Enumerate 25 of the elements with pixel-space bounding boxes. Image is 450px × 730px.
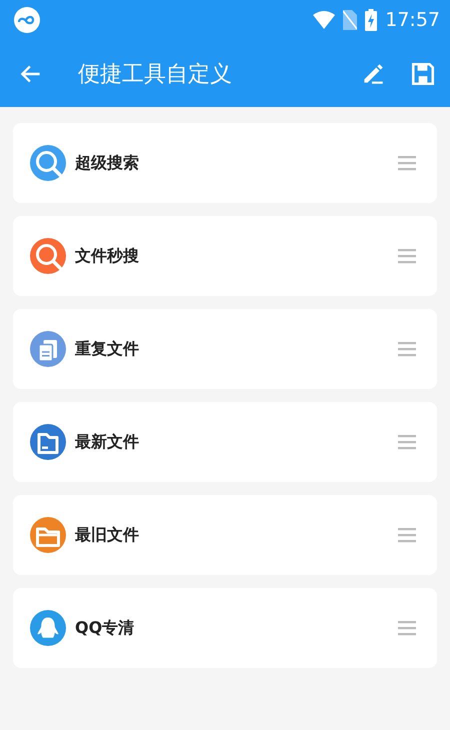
tool-label: QQ专清 <box>75 618 136 638</box>
no-sim-icon <box>343 10 358 30</box>
screen-title: 便捷工具自定义 <box>78 60 233 88</box>
tool-card[interactable]: 超级搜索 <box>13 123 437 203</box>
tool-card[interactable]: QQ专清 <box>13 588 437 668</box>
save-icon[interactable] <box>410 60 436 86</box>
drag-handle-icon[interactable] <box>397 246 417 266</box>
tool-label: 最新文件 <box>75 432 140 452</box>
drag-handle-icon[interactable] <box>397 153 417 173</box>
battery-charging-icon <box>365 9 378 31</box>
drag-handle-icon[interactable] <box>397 525 417 545</box>
tool-card[interactable]: 最新文件 <box>13 402 437 482</box>
tool-label: 超级搜索 <box>75 152 140 174</box>
drag-handle-icon[interactable] <box>397 339 417 359</box>
tool-card[interactable]: 文件秒搜 <box>13 216 437 296</box>
app-logo-icon <box>14 7 40 33</box>
tool-card[interactable]: 重复文件 <box>13 309 437 389</box>
tool-label: 文件秒搜 <box>75 246 140 266</box>
status-time: 17:57 <box>385 9 440 31</box>
tool-label: 重复文件 <box>75 338 140 360</box>
drag-handle-icon[interactable] <box>397 432 417 452</box>
drag-handle-icon[interactable] <box>397 618 417 638</box>
wifi-icon <box>313 11 336 29</box>
tool-label: 最旧文件 <box>75 524 140 546</box>
tool-card[interactable]: 最旧文件 <box>13 495 437 575</box>
